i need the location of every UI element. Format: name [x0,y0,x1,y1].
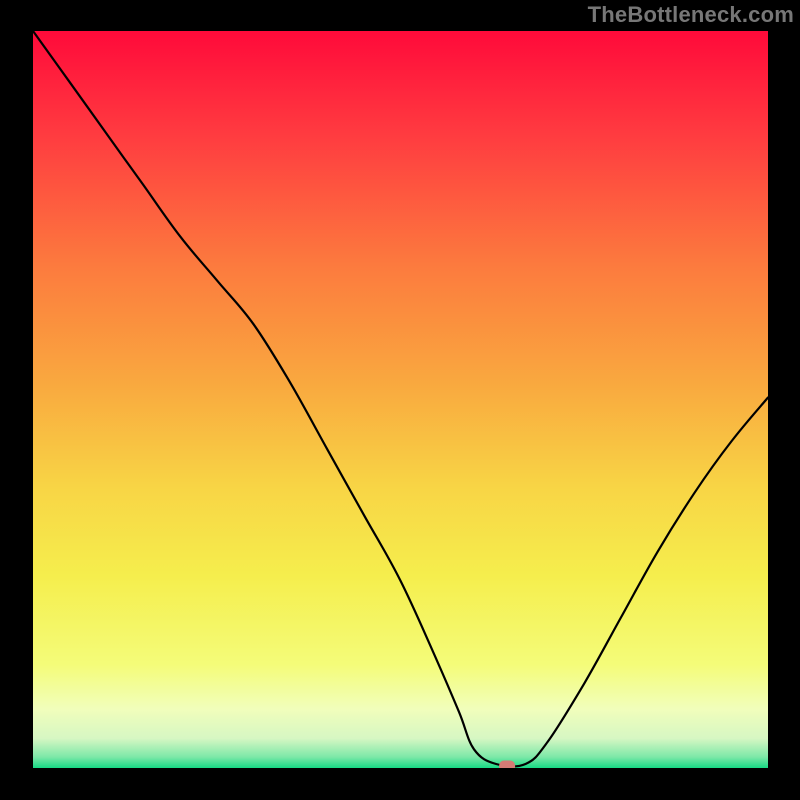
chart-frame: TheBottleneck.com [0,0,800,800]
chart-svg [33,31,768,768]
optimal-marker [499,761,515,769]
plot-area [33,31,768,768]
watermark-text: TheBottleneck.com [588,2,794,28]
gradient-background [33,31,768,768]
